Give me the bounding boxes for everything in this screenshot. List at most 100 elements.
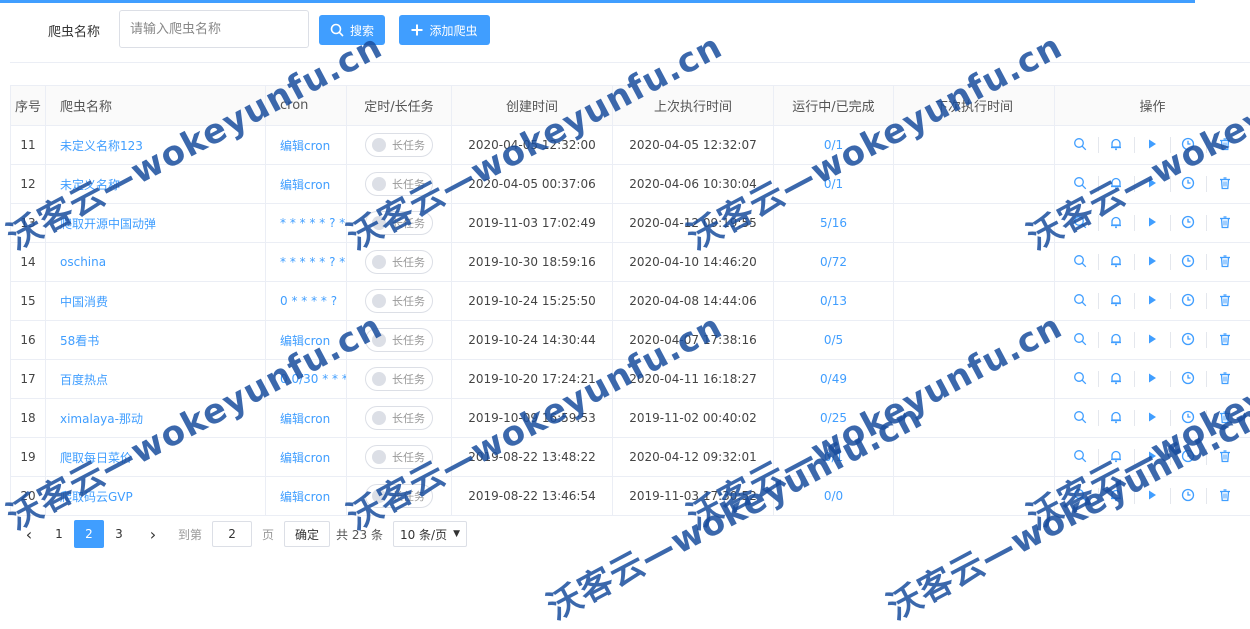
bell-action-button[interactable] bbox=[1099, 332, 1135, 348]
trash-action-button[interactable] bbox=[1207, 332, 1243, 348]
clock-action-button[interactable] bbox=[1171, 176, 1207, 192]
cron-link[interactable]: 0 * * * * ? bbox=[266, 282, 347, 321]
play-action-button[interactable] bbox=[1135, 332, 1171, 348]
clock-action-button[interactable] bbox=[1171, 293, 1207, 309]
cron-link[interactable]: 编辑cron bbox=[266, 438, 347, 477]
long-task-toggle[interactable]: 长任务 bbox=[365, 328, 433, 352]
bell-action-button[interactable] bbox=[1099, 488, 1135, 504]
bell-action-button[interactable] bbox=[1099, 215, 1135, 231]
progress-count-link[interactable]: 0/0 bbox=[774, 477, 894, 516]
cron-link[interactable]: 编辑cron bbox=[266, 126, 347, 165]
cron-link[interactable]: 编辑cron bbox=[266, 321, 347, 360]
cron-link[interactable]: 0 0/30 * * * ? bbox=[266, 360, 347, 399]
long-task-toggle[interactable]: 长任务 bbox=[365, 172, 433, 196]
goto-page-input[interactable] bbox=[212, 521, 252, 547]
clock-action-button[interactable] bbox=[1171, 332, 1207, 348]
search-action-button[interactable] bbox=[1063, 293, 1099, 309]
progress-count-link[interactable]: 0/1 bbox=[774, 126, 894, 165]
progress-count-link[interactable]: 0/72 bbox=[774, 243, 894, 282]
cron-link[interactable]: 编辑cron bbox=[266, 399, 347, 438]
play-action-button[interactable] bbox=[1135, 137, 1171, 153]
trash-action-button[interactable] bbox=[1207, 176, 1243, 192]
trash-action-button[interactable] bbox=[1207, 137, 1243, 153]
search-action-button[interactable] bbox=[1063, 137, 1099, 153]
long-task-toggle[interactable]: 长任务 bbox=[365, 406, 433, 430]
page-1[interactable]: 1 bbox=[44, 520, 74, 548]
play-action-button[interactable] bbox=[1135, 176, 1171, 192]
search-action-button[interactable] bbox=[1063, 410, 1099, 426]
search-action-button[interactable] bbox=[1063, 449, 1099, 465]
spider-name-link[interactable]: 百度热点 bbox=[46, 360, 266, 399]
play-action-button[interactable] bbox=[1135, 254, 1171, 270]
prev-page-button[interactable]: ‹ bbox=[14, 525, 44, 544]
long-task-toggle[interactable]: 长任务 bbox=[365, 445, 433, 469]
next-page-button[interactable]: › bbox=[138, 525, 168, 544]
progress-count-link[interactable]: 0/49 bbox=[774, 360, 894, 399]
progress-count-link[interactable]: 0/5 bbox=[774, 321, 894, 360]
bell-action-button[interactable] bbox=[1099, 254, 1135, 270]
spider-name-link[interactable]: 未定义名称 bbox=[46, 165, 266, 204]
clock-action-button[interactable] bbox=[1171, 254, 1207, 270]
progress-count-link[interactable]: 5/16 bbox=[774, 204, 894, 243]
spider-name-link[interactable]: 爬取开源中国动弹 bbox=[46, 204, 266, 243]
name-search-input[interactable] bbox=[119, 10, 309, 48]
search-action-button[interactable] bbox=[1063, 176, 1099, 192]
play-action-button[interactable] bbox=[1135, 215, 1171, 231]
page-2[interactable]: 2 bbox=[74, 520, 104, 548]
search-action-button[interactable] bbox=[1063, 332, 1099, 348]
play-action-button[interactable] bbox=[1135, 293, 1171, 309]
spider-name-link[interactable]: 未定义名称123 bbox=[46, 126, 266, 165]
trash-action-button[interactable] bbox=[1207, 410, 1243, 426]
clock-action-button[interactable] bbox=[1171, 215, 1207, 231]
search-action-button[interactable] bbox=[1063, 254, 1099, 270]
long-task-toggle[interactable]: 长任务 bbox=[365, 133, 433, 157]
bell-action-button[interactable] bbox=[1099, 137, 1135, 153]
progress-count-link[interactable]: 0/13 bbox=[774, 282, 894, 321]
trash-action-button[interactable] bbox=[1207, 488, 1243, 504]
spider-name-link[interactable]: 爬取码云GVP bbox=[46, 477, 266, 516]
cron-link[interactable]: 编辑cron bbox=[266, 477, 347, 516]
page-3[interactable]: 3 bbox=[104, 520, 134, 548]
play-action-button[interactable] bbox=[1135, 410, 1171, 426]
search-button[interactable]: 搜索 bbox=[319, 15, 385, 45]
search-action-button[interactable] bbox=[1063, 215, 1099, 231]
clock-action-button[interactable] bbox=[1171, 488, 1207, 504]
progress-count-link[interactable]: 0/25 bbox=[774, 399, 894, 438]
progress-count-link[interactable]: 0/1 bbox=[774, 438, 894, 477]
search-action-button[interactable] bbox=[1063, 488, 1099, 504]
spider-name-link[interactable]: 58看书 bbox=[46, 321, 266, 360]
long-task-toggle[interactable]: 长任务 bbox=[365, 250, 433, 274]
cron-link[interactable]: 编辑cron bbox=[266, 165, 347, 204]
trash-action-button[interactable] bbox=[1207, 449, 1243, 465]
long-task-toggle[interactable]: 长任务 bbox=[365, 211, 433, 235]
long-task-toggle[interactable]: 长任务 bbox=[365, 367, 433, 391]
add-spider-button[interactable]: 添加爬虫 bbox=[399, 15, 490, 45]
play-action-button[interactable] bbox=[1135, 449, 1171, 465]
search-action-button[interactable] bbox=[1063, 371, 1099, 387]
cron-link[interactable]: * * * * * ? * ... bbox=[266, 204, 347, 243]
clock-action-button[interactable] bbox=[1171, 137, 1207, 153]
bell-action-button[interactable] bbox=[1099, 371, 1135, 387]
bell-action-button[interactable] bbox=[1099, 293, 1135, 309]
spider-name-link[interactable]: oschina bbox=[46, 243, 266, 282]
progress-count-link[interactable]: 0/1 bbox=[774, 165, 894, 204]
spider-name-link[interactable]: 爬取每日菜价 bbox=[46, 438, 266, 477]
clock-action-button[interactable] bbox=[1171, 410, 1207, 426]
bell-action-button[interactable] bbox=[1099, 176, 1135, 192]
trash-action-button[interactable] bbox=[1207, 371, 1243, 387]
play-action-button[interactable] bbox=[1135, 371, 1171, 387]
trash-action-button[interactable] bbox=[1207, 215, 1243, 231]
goto-confirm-button[interactable]: 确定 bbox=[284, 521, 330, 547]
trash-action-button[interactable] bbox=[1207, 293, 1243, 309]
cron-link[interactable]: * * * * * ? * ... bbox=[266, 243, 347, 282]
long-task-toggle[interactable]: 长任务 bbox=[365, 484, 433, 508]
play-action-button[interactable] bbox=[1135, 488, 1171, 504]
trash-action-button[interactable] bbox=[1207, 254, 1243, 270]
bell-action-button[interactable] bbox=[1099, 410, 1135, 426]
spider-name-link[interactable]: 中国消费 bbox=[46, 282, 266, 321]
long-task-toggle[interactable]: 长任务 bbox=[365, 289, 433, 313]
page-size-select[interactable]: 10 条/页 ▼ bbox=[393, 521, 467, 547]
clock-action-button[interactable] bbox=[1171, 371, 1207, 387]
clock-action-button[interactable] bbox=[1171, 449, 1207, 465]
spider-name-link[interactable]: ximalaya-那动 bbox=[46, 399, 266, 438]
